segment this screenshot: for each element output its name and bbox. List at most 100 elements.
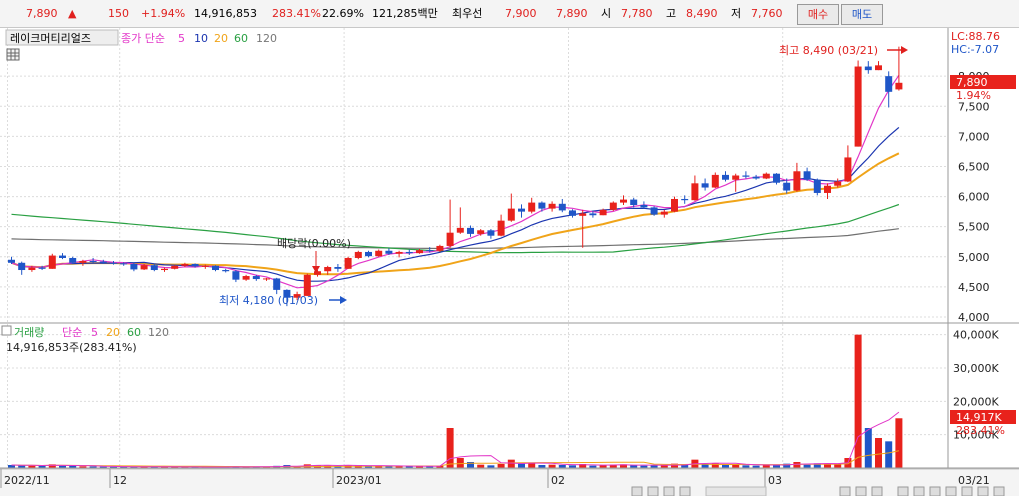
candle-body (620, 199, 627, 203)
volume-bar (497, 464, 505, 468)
candle-body (762, 173, 770, 179)
candle-body (875, 65, 882, 71)
volume-ratio: 283.41% (272, 7, 321, 20)
volume-bar (895, 418, 903, 468)
candle-body (344, 257, 352, 269)
price-tick-label: 7,500 (958, 100, 990, 113)
candle-body (99, 261, 107, 263)
buy-button[interactable]: 매수 (797, 4, 839, 25)
candle-body (242, 276, 250, 280)
volume-panel-toggle[interactable] (1, 325, 12, 336)
candle-body (201, 265, 209, 267)
candle-body (110, 262, 117, 264)
candle-body (681, 198, 689, 201)
tool-button-9[interactable] (977, 486, 989, 496)
current-volume: 14,916,853주(283.41%) (6, 341, 137, 354)
candle-body (212, 265, 219, 271)
candle-body (436, 245, 444, 251)
price-tick-label: 4,000 (958, 311, 990, 324)
volume-bar (875, 438, 882, 468)
volume-bar (864, 428, 872, 468)
scroll-next-button[interactable] (663, 486, 675, 496)
high-annotation: 최고 8,490 (03/21) (779, 44, 878, 57)
tool-button-5[interactable] (913, 486, 925, 496)
candle-body (528, 202, 536, 212)
sell-button[interactable]: 매도 (841, 4, 883, 25)
candle-body (385, 250, 393, 254)
price-change: 150 (108, 7, 129, 20)
candle-body (334, 267, 342, 269)
candle-body (507, 208, 515, 221)
candle-body (365, 251, 372, 257)
tool-button-8[interactable] (961, 486, 973, 496)
candle-body (895, 82, 903, 90)
candle-body (252, 276, 260, 280)
current-price: 7,890 (26, 7, 58, 20)
candle-body (579, 213, 587, 216)
candle-body (354, 251, 362, 258)
candle-body (569, 210, 576, 216)
best-quote-label: 최우선 (452, 7, 483, 20)
tool-button-4[interactable] (897, 486, 909, 496)
open-price: 7,780 (621, 7, 653, 20)
tool-button-6[interactable] (929, 486, 941, 496)
candle-body (711, 174, 719, 188)
volume-title: 거래량 (14, 326, 44, 339)
change-up-icon: ▲ (68, 7, 77, 20)
vol-ma-period-5: 5 (91, 326, 98, 339)
candle-body (803, 171, 811, 180)
ma-period-5: 5 (178, 32, 185, 45)
volume-bar (793, 462, 801, 468)
tool-button-7[interactable] (945, 486, 957, 496)
candle-body (18, 262, 26, 271)
candle-body (263, 278, 270, 280)
candle-body (701, 183, 709, 188)
low-price: 7,760 (751, 7, 783, 20)
candle-body (773, 173, 780, 183)
stock-chart[interactable]: 8,0007,5007,0006,5006,0005,5005,0004,500… (0, 28, 1019, 496)
candle-body (303, 274, 311, 296)
scroll-prev-button[interactable] (647, 486, 659, 496)
candle-body (589, 213, 597, 216)
high-label: 고 (666, 7, 677, 20)
high-price: 8,490 (686, 7, 718, 20)
scroll-left-button[interactable] (631, 486, 643, 496)
vol-ma-period-20: 20 (106, 326, 120, 339)
trade-value: 121,285백만 (372, 7, 438, 20)
volume-bar (446, 428, 454, 468)
volume-bar (885, 441, 893, 468)
candle-body (834, 181, 842, 186)
candle-body (69, 257, 77, 263)
tool-button-3[interactable] (871, 486, 883, 496)
candle-body (660, 211, 668, 215)
tool-button-1[interactable] (839, 486, 851, 496)
volume-tick-label: 20,000K (953, 395, 999, 408)
candle-body (813, 179, 821, 193)
scrollbar-track[interactable] (705, 486, 767, 496)
date-tick-label: 12 (113, 474, 127, 487)
current-volume-tag-text: 14,917K (956, 411, 1002, 424)
table-icon[interactable] (6, 48, 20, 61)
tool-button-2[interactable] (855, 486, 867, 496)
candle-body (864, 66, 872, 71)
date-tick-label: 2023/01 (336, 474, 382, 487)
candle-body (487, 230, 495, 236)
candle-body (405, 251, 413, 254)
candle-body (171, 265, 179, 269)
candle-body (824, 185, 831, 193)
candle-body (558, 203, 566, 211)
candle-body (742, 175, 750, 177)
candle-body (599, 209, 607, 216)
candle-body (467, 227, 474, 234)
stock-name: 레이크머티리얼즈 (10, 31, 91, 45)
candle-body (59, 255, 66, 258)
candle-body (630, 199, 638, 205)
date-tick-label: 03 (768, 474, 782, 487)
candle-body (538, 202, 546, 209)
best-bid: 7,890 (556, 7, 588, 20)
tool-button-10[interactable] (993, 486, 1005, 496)
volume-ma-label: 단순 (62, 326, 82, 339)
candle-body (161, 268, 168, 271)
candle-body (426, 250, 434, 252)
zoom-button[interactable] (679, 486, 691, 496)
